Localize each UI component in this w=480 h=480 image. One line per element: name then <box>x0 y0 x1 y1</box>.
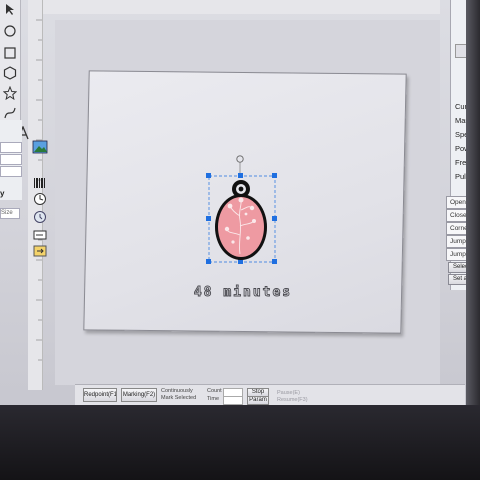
left-field-3[interactable] <box>0 166 22 177</box>
export-icon[interactable] <box>32 244 48 258</box>
monitor-bezel-right <box>466 0 480 410</box>
redpoint-button[interactable]: Redpoint(F1) <box>83 388 117 402</box>
left-field-1[interactable] <box>0 142 22 153</box>
barcode-icon[interactable] <box>32 176 48 190</box>
curve-icon[interactable] <box>3 106 17 120</box>
left-label-y: y <box>0 189 5 198</box>
pause-button[interactable]: Pause(E) <box>277 390 300 396</box>
param-button[interactable]: Param <box>247 396 269 405</box>
horizontal-ruler <box>40 0 440 14</box>
square-icon[interactable] <box>3 46 17 60</box>
left-size-field[interactable]: Size <box>0 208 20 219</box>
hexagon-icon[interactable] <box>3 66 17 80</box>
pointer-icon[interactable] <box>3 2 17 16</box>
monitor-screen: y Size 48 minutes Curr Ma Sp Po Fre Pul … <box>0 0 470 410</box>
left-property-panel: y Size <box>0 120 22 219</box>
canvas-caption-text[interactable]: 48 minutes <box>178 285 308 301</box>
time-icon[interactable] <box>32 210 48 224</box>
image-icon[interactable] <box>32 140 48 154</box>
input-icon[interactable] <box>32 228 48 242</box>
clock-icon[interactable] <box>32 192 48 206</box>
resume-button[interactable]: Resume(F3) <box>277 397 308 403</box>
monitor-bezel-bottom <box>0 405 480 480</box>
pendant-object[interactable] <box>200 150 290 270</box>
continuously-checkbox[interactable]: Continuously <box>161 388 193 394</box>
time-label: Time <box>207 396 220 402</box>
mark-selected-checkbox[interactable]: Mark Selected <box>161 395 196 401</box>
time-input[interactable] <box>223 396 243 405</box>
count-label: Count <box>207 388 222 394</box>
rotate-handle-icon[interactable] <box>236 155 244 175</box>
circle-icon[interactable] <box>3 24 17 38</box>
left-field-2[interactable] <box>0 154 22 165</box>
bottom-toolbar: Redpoint(F1) Marking(F2) Continuously Ma… <box>75 384 465 407</box>
marking-button[interactable]: Marking(F2) <box>121 388 157 402</box>
star-icon[interactable] <box>2 85 18 101</box>
